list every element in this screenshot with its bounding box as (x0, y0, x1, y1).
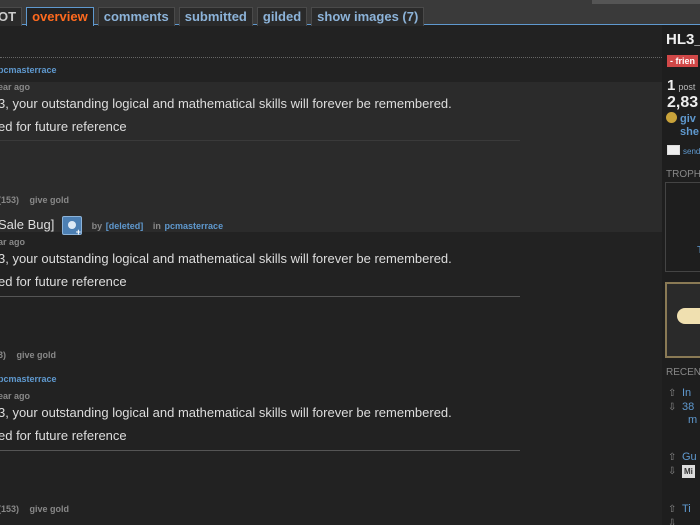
upvote-arrow-icon[interactable]: ⇧ (668, 387, 682, 400)
friend-button[interactable]: - frien (667, 55, 699, 67)
comment-text: 3, your outstanding logical and mathemat… (0, 96, 452, 111)
subreddit-link[interactable]: pcmasterrace (165, 221, 224, 231)
header-strip (592, 0, 700, 4)
comment-time: ar ago (0, 237, 26, 247)
recent-item-title[interactable]: In (682, 387, 691, 399)
trophy-case: T (665, 182, 700, 272)
tab-overview[interactable]: overview (26, 7, 94, 26)
by-label: by (91, 220, 103, 231)
post-title-line: Sale Bug] by [deleted] in pcmasterrace (0, 216, 224, 237)
recent-item[interactable]: ⇧ Gu (668, 451, 697, 464)
trophy-heading: TROPH (666, 169, 700, 180)
comment-meta: pcmasterrace (0, 374, 57, 384)
gold-coin-icon (666, 112, 677, 123)
tab-gilded[interactable]: gilded (256, 7, 308, 26)
post-karma: 1 post (667, 77, 695, 94)
give-gold-link[interactable]: give gold (17, 350, 57, 360)
recent-item-title[interactable]: 38 (682, 401, 694, 413)
username[interactable]: HL3_ (666, 31, 700, 48)
recent-item[interactable]: ⇧ Ti (668, 503, 691, 516)
give-gold-sidebar[interactable]: giv she (666, 112, 699, 139)
give-gold-link[interactable]: give gold (30, 504, 70, 514)
sidebar-button-box[interactable] (665, 282, 700, 358)
recent-item-title[interactable]: Gu (682, 451, 697, 463)
recent-item[interactable]: ⇩ Mi (668, 465, 695, 478)
send-message-link[interactable]: send (667, 145, 700, 156)
flair-pill: Mi (682, 465, 695, 478)
gild-line1[interactable]: giv (680, 113, 696, 125)
divider (0, 296, 520, 297)
post-karma-value: 1 (667, 77, 676, 94)
upvote-arrow-icon[interactable]: ⇧ (668, 503, 682, 516)
tab-submitted[interactable]: submitted (178, 7, 253, 26)
give-gold-link[interactable]: give gold (30, 195, 70, 205)
comment-time: ear ago (0, 82, 31, 92)
author-link[interactable]: [deleted] (106, 221, 144, 231)
divider (0, 140, 520, 141)
score-count: 3) (0, 350, 7, 360)
sidebar: HL3_ - frien 1 post 2,83 giv she send TRO… (662, 25, 700, 525)
recent-item[interactable]: ⇧ In (668, 387, 691, 400)
comment-text: 3, your outstanding logical and mathemat… (0, 251, 452, 266)
score-count: (153) (0, 195, 20, 205)
upvote-arrow-icon[interactable]: ⇧ (668, 451, 682, 464)
comment-text: ed for future reference (0, 274, 127, 289)
comment-text: ed for future reference (0, 119, 127, 134)
comment-footer: (153) give gold (0, 504, 69, 514)
divider (0, 57, 662, 58)
downvote-arrow-icon[interactable]: ⇩ (668, 401, 682, 414)
comment-time: ear ago (0, 391, 31, 401)
gild-line2[interactable]: she (680, 126, 699, 138)
envelope-icon (667, 145, 680, 155)
recent-item-title[interactable]: Ti (682, 503, 691, 515)
downvote-arrow-icon[interactable]: ⇩ (668, 517, 682, 525)
comment-footer: 3) give gold (0, 350, 56, 360)
tab-hidden[interactable]: OT (0, 7, 23, 26)
main-content: pcmasterrace ear ago 3, your outstanding… (0, 25, 662, 525)
comment-text: 3, your outstanding logical and mathemat… (0, 405, 452, 420)
score-count: (153) (0, 504, 20, 514)
post-title[interactable]: Sale Bug] (0, 217, 54, 232)
divider (0, 450, 520, 451)
comment-text: ed for future reference (0, 428, 127, 443)
tab-bar: OT overview comments submitted gilded sh… (0, 0, 700, 26)
in-label: in (152, 220, 161, 231)
recent-item[interactable]: ⇩ (668, 517, 682, 525)
sidebar-pill-button[interactable] (677, 308, 700, 324)
recent-heading: RECENT (666, 367, 700, 378)
post-karma-label: post (678, 82, 696, 92)
recent-item-cont[interactable]: m (688, 414, 697, 427)
downvote-arrow-icon[interactable]: ⇩ (668, 465, 682, 478)
tab-show-images[interactable]: show images (7) (311, 7, 425, 26)
profile-tabs: OT overview comments submitted gilded sh… (0, 7, 425, 26)
subreddit-link[interactable]: pcmasterrace (0, 374, 57, 384)
recent-item[interactable]: ⇩ 38 (668, 401, 694, 414)
comment-karma: 2,83 (667, 94, 699, 111)
tab-comments[interactable]: comments (97, 7, 175, 26)
comment-footer: (153) give gold (0, 195, 69, 205)
image-expand-icon[interactable] (62, 216, 82, 237)
comment-meta: pcmasterrace (0, 65, 57, 75)
subreddit-link[interactable]: pcmasterrace (0, 65, 57, 75)
send-label[interactable]: send (683, 147, 700, 156)
